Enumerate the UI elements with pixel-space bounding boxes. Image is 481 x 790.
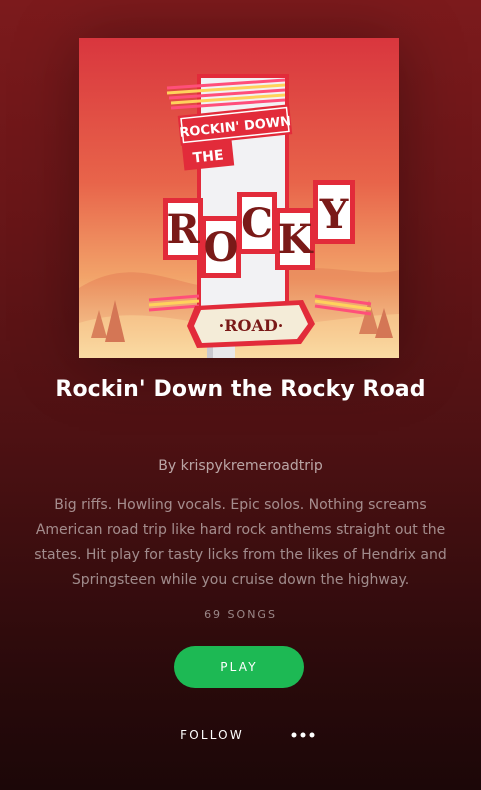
song-count: 69 SONGS: [204, 608, 277, 621]
svg-text:K: K: [278, 216, 314, 263]
svg-text:Y: Y: [319, 191, 349, 238]
more-options-button[interactable]: [286, 723, 320, 747]
playlist-description: Big riffs. Howling vocals. Epic solos. N…: [34, 497, 447, 588]
owner-prefix: By: [158, 458, 177, 474]
ellipsis-icon: [291, 732, 315, 738]
follow-button[interactable]: FOLLOW: [170, 723, 254, 747]
svg-text:·ROAD·: ·ROAD·: [219, 316, 284, 335]
playlist-owner: By krispykremeroadtrip: [40, 456, 441, 476]
svg-text:R: R: [166, 206, 200, 253]
svg-text:O: O: [204, 224, 239, 271]
svg-text:THE: THE: [192, 147, 224, 166]
playlist-title: Rockin' Down the Rocky Road: [55, 377, 426, 402]
svg-text:C: C: [241, 200, 273, 247]
cover-art-illustration: ROCKIN' DOWN THE R O C K Y ·ROAD·: [79, 38, 399, 358]
playlist-cover-art[interactable]: ROCKIN' DOWN THE R O C K Y ·ROAD·: [79, 38, 399, 358]
play-button[interactable]: PLAY: [174, 646, 304, 688]
owner-link[interactable]: krispykremeroadtrip: [181, 458, 323, 474]
